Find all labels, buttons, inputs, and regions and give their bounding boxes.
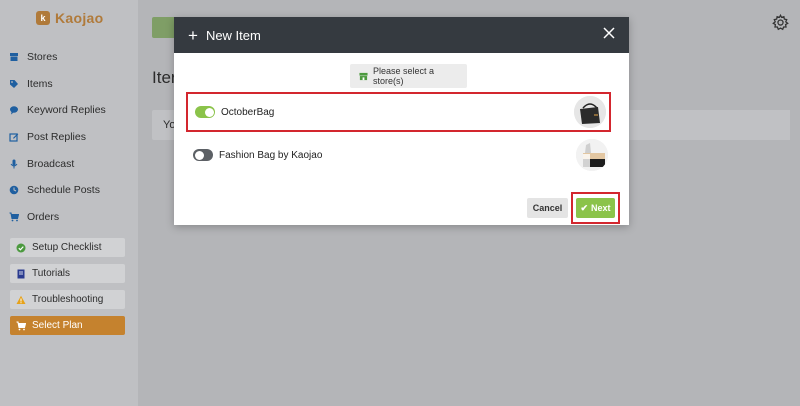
sidebar-item-label: Broadcast [27, 157, 75, 170]
toggle-knob [194, 150, 204, 160]
store-name: Fashion Bag by Kaojao [219, 149, 323, 161]
new-item-modal: + New Item Please select a store(s) Octo… [174, 17, 629, 225]
next-button-highlight: ✔ Next [571, 192, 620, 224]
sidebar-item-post-replies[interactable]: Post Replies [9, 124, 106, 151]
info-card-background-right [628, 110, 790, 140]
sidebar-item-label: Post Replies [27, 131, 86, 144]
next-button[interactable]: ✔ Next [576, 198, 615, 218]
microphone-icon [9, 159, 19, 169]
store-select-button[interactable]: Please select a store(s) [350, 64, 467, 88]
setup-checklist-label: Setup Checklist [32, 242, 102, 253]
next-button-label: Next [591, 203, 611, 213]
select-plan-button[interactable]: Select Plan [10, 316, 125, 335]
sidebar-item-schedule-posts[interactable]: Schedule Posts [9, 177, 106, 204]
store-thumbnail-octoberbag [574, 96, 606, 128]
gear-icon[interactable] [772, 13, 789, 31]
brand-name: Kaojao [55, 10, 104, 26]
sidebar-item-orders[interactable]: Orders [9, 204, 106, 231]
close-icon[interactable] [603, 27, 615, 39]
sidebar-item-label: Items [27, 77, 53, 90]
modal-header: + New Item [174, 17, 629, 53]
setup-checklist-button[interactable]: Setup Checklist [10, 238, 125, 257]
sidebar: k Kaojao Stores Items Keyword Replies Po… [0, 0, 138, 406]
store-toggle-octoberbag[interactable] [195, 106, 215, 118]
sidebar-item-broadcast[interactable]: Broadcast [9, 150, 106, 177]
sidebar-item-label: Schedule Posts [27, 184, 100, 197]
help-section: Setup Checklist Tutorials Troubleshootin… [10, 238, 125, 342]
sidebar-nav: Stores Items Keyword Replies Post Replie… [9, 44, 106, 230]
cancel-button[interactable]: Cancel [527, 198, 568, 218]
store-icon [9, 52, 19, 62]
warning-icon [16, 295, 26, 305]
store-name: OctoberBag [221, 106, 275, 118]
check-icon: ✔ [580, 202, 589, 213]
sidebar-item-label: Stores [27, 51, 58, 64]
store-toggle-fashion-bag[interactable] [193, 149, 213, 161]
sidebar-item-label: Keyword Replies [27, 104, 106, 117]
check-circle-icon [16, 243, 26, 253]
cart-icon [16, 320, 26, 331]
sidebar-item-items[interactable]: Items [9, 71, 106, 98]
store-row-fashion-bag[interactable]: Fashion Bag by Kaojao [186, 135, 611, 175]
modal-title: New Item [205, 27, 261, 43]
troubleshooting-button[interactable]: Troubleshooting [10, 290, 125, 309]
store-thumbnail-fashion-bag [576, 139, 608, 171]
tutorials-button[interactable]: Tutorials [10, 264, 125, 283]
store-row-octoberbag[interactable]: OctoberBag [186, 92, 611, 132]
sidebar-item-keyword-replies[interactable]: Keyword Replies [9, 97, 106, 124]
store-select-label: Please select a store(s) [373, 66, 435, 86]
kaojao-logo-icon: k [36, 11, 50, 25]
clock-icon [9, 185, 19, 195]
store-icon [359, 72, 368, 80]
tag-icon [9, 79, 19, 89]
sidebar-item-label: Orders [27, 210, 60, 223]
tutorials-label: Tutorials [32, 268, 70, 279]
troubleshooting-label: Troubleshooting [32, 294, 104, 305]
edit-icon [9, 132, 19, 142]
select-plan-label: Select Plan [32, 320, 83, 331]
plus-icon: + [188, 25, 198, 45]
page-title: Iter [152, 68, 177, 87]
toggle-knob [204, 107, 214, 117]
sidebar-item-stores[interactable]: Stores [9, 44, 106, 71]
book-icon [16, 269, 26, 279]
brand-logo[interactable]: k Kaojao [36, 10, 103, 26]
cart-icon [9, 212, 19, 222]
chat-bubble-icon [9, 105, 19, 115]
